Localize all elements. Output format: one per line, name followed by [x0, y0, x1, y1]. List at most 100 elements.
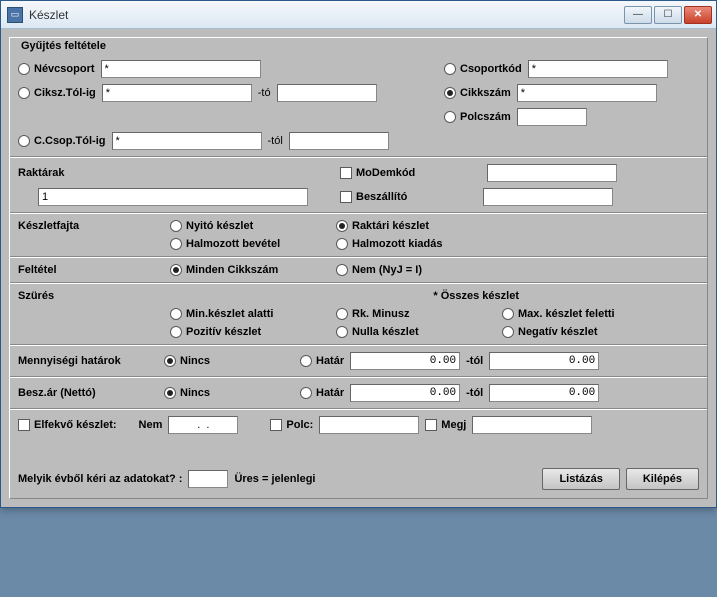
besz-hatar-radio[interactable] — [300, 387, 312, 399]
beszallito-check[interactable] — [340, 191, 352, 203]
nyito-radio-label[interactable]: Nyitó készlet — [170, 220, 330, 232]
min-radio[interactable] — [170, 308, 182, 320]
nem-radio[interactable] — [336, 264, 348, 276]
ciksz-to-label: -tó — [258, 87, 271, 99]
ccsop-radio[interactable] — [18, 135, 30, 147]
polcszam-radio[interactable] — [444, 111, 456, 123]
maximize-button[interactable]: ☐ — [654, 6, 682, 24]
raktari-radio[interactable] — [336, 220, 348, 232]
ciksz-radio[interactable] — [18, 87, 30, 99]
ccsop-to-input[interactable] — [289, 132, 389, 150]
megj-check-label[interactable]: Megj — [425, 419, 466, 431]
cikkszam-input[interactable] — [517, 84, 657, 102]
max-radio-label[interactable]: Max. készlet feletti — [502, 308, 662, 320]
polc-input[interactable] — [319, 416, 419, 434]
besz-nincs-radio-label[interactable]: Nincs — [164, 387, 294, 399]
elfekvo-date-input[interactable] — [168, 416, 238, 434]
close-button[interactable]: ✕ — [684, 6, 712, 24]
halmbev-radio-label[interactable]: Halmozott bevétel — [170, 238, 330, 250]
negativ-radio-label[interactable]: Negatív készlet — [502, 326, 662, 338]
ccsop-radio-label[interactable]: C.Csop.Tól-ig — [18, 135, 106, 147]
pozitiv-radio[interactable] — [170, 326, 182, 338]
cikkszam-radio-label[interactable]: Cikkszám — [444, 87, 511, 99]
minden-radio-label[interactable]: Minden Cikkszám — [170, 264, 330, 276]
nulla-radio[interactable] — [336, 326, 348, 338]
nyito-radio[interactable] — [170, 220, 182, 232]
csoportkod-radio[interactable] — [444, 63, 456, 75]
max-label: Max. készlet feletti — [518, 308, 615, 320]
rk-label: Rk. Minusz — [352, 308, 409, 320]
elfekvo-check-label[interactable]: Elfekvő készlet: — [18, 419, 117, 431]
menny-val2-input[interactable] — [489, 352, 599, 370]
separator — [10, 282, 707, 284]
groupbox-title: Gyűjtés feltétele — [18, 40, 109, 52]
modemkod-input[interactable] — [487, 164, 617, 182]
besz-tol-label: -tól — [466, 387, 483, 399]
besz-val1-input[interactable] — [350, 384, 460, 402]
halmkiad-radio[interactable] — [336, 238, 348, 250]
halmkiad-radio-label[interactable]: Halmozott kiadás — [336, 238, 496, 250]
ccsop-label: C.Csop.Tól-ig — [34, 135, 106, 147]
nevcsoport-radio[interactable] — [18, 63, 30, 75]
polcszam-radio-label[interactable]: Polcszám — [444, 111, 511, 123]
halmbev-radio[interactable] — [170, 238, 182, 250]
besz-nincs-radio[interactable] — [164, 387, 176, 399]
megj-label: Megj — [441, 419, 466, 431]
ciksz-from-input[interactable] — [102, 84, 252, 102]
polcszam-input[interactable] — [517, 108, 587, 126]
nevcsoport-radio-label[interactable]: Névcsoport — [18, 63, 95, 75]
nulla-radio-label[interactable]: Nulla készlet — [336, 326, 496, 338]
ciksz-to-input[interactable] — [277, 84, 377, 102]
minden-radio[interactable] — [170, 264, 182, 276]
raktarak-input[interactable] — [38, 188, 308, 206]
beszallito-input[interactable] — [483, 188, 613, 206]
negativ-radio[interactable] — [502, 326, 514, 338]
listazas-button[interactable]: Listázás — [542, 468, 619, 490]
menny-hatar-radio[interactable] — [300, 355, 312, 367]
pozitiv-radio-label[interactable]: Pozitív készlet — [170, 326, 330, 338]
halmbev-label: Halmozott bevétel — [186, 238, 280, 250]
csoportkod-input[interactable] — [528, 60, 668, 78]
menny-hatar-radio-label[interactable]: Határ — [300, 355, 344, 367]
polc-check[interactable] — [270, 419, 282, 431]
pozitiv-label: Pozitív készlet — [186, 326, 261, 338]
nevcsoport-label: Névcsoport — [34, 63, 95, 75]
min-radio-label[interactable]: Min.készlet alatti — [170, 308, 330, 320]
main-groupbox: Gyűjtés feltétele Névcsoport Csoportkód — [9, 37, 708, 499]
nem-label: Nem (NyJ = I) — [352, 264, 422, 276]
cikkszam-radio[interactable] — [444, 87, 456, 99]
ciksz-label: Ciksz.Tól-ig — [34, 87, 96, 99]
minden-label: Minden Cikkszám — [186, 264, 278, 276]
besz-nincs-label: Nincs — [180, 387, 210, 399]
elfekvo-nem-label: Nem — [139, 419, 163, 431]
kilepes-button[interactable]: Kilépés — [626, 468, 699, 490]
beszallito-check-label[interactable]: Beszállító — [340, 191, 407, 203]
besz-val2-input[interactable] — [489, 384, 599, 402]
besz-hatar-radio-label[interactable]: Határ — [300, 387, 344, 399]
menny-nincs-radio-label[interactable]: Nincs — [164, 355, 294, 367]
modemkod-check[interactable] — [340, 167, 352, 179]
nevcsoport-input[interactable] — [101, 60, 261, 78]
max-radio[interactable] — [502, 308, 514, 320]
besz-label: Besz.ár (Nettó) — [18, 387, 158, 399]
menny-val1-input[interactable] — [350, 352, 460, 370]
menny-nincs-radio[interactable] — [164, 355, 176, 367]
modemkod-label: MoDemkód — [356, 167, 415, 179]
minimize-button[interactable]: — — [624, 6, 652, 24]
rk-radio-label[interactable]: Rk. Minusz — [336, 308, 496, 320]
csoportkod-radio-label[interactable]: Csoportkód — [444, 63, 522, 75]
year-input[interactable] — [188, 470, 228, 488]
nem-radio-label[interactable]: Nem (NyJ = I) — [336, 264, 496, 276]
polc-check-label[interactable]: Polc: — [270, 419, 313, 431]
ciksz-radio-label[interactable]: Ciksz.Tól-ig — [18, 87, 96, 99]
raktarak-label: Raktárak — [18, 167, 128, 179]
megj-input[interactable] — [472, 416, 592, 434]
modemkod-check-label[interactable]: MoDemkód — [340, 167, 415, 179]
raktari-radio-label[interactable]: Raktári készlet — [336, 220, 496, 232]
elfekvo-check[interactable] — [18, 419, 30, 431]
rk-radio[interactable] — [336, 308, 348, 320]
megj-check[interactable] — [425, 419, 437, 431]
ccsop-from-input[interactable] — [112, 132, 262, 150]
nulla-label: Nulla készlet — [352, 326, 419, 338]
separator — [10, 408, 707, 410]
